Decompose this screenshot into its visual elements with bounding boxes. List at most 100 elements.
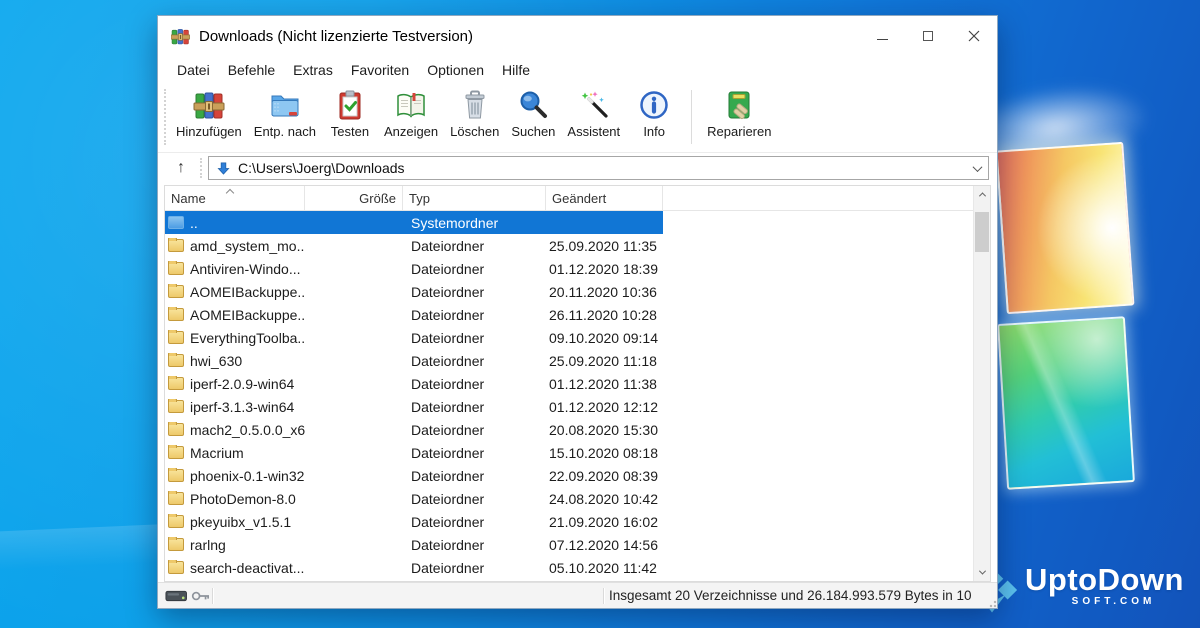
minimize-button[interactable] [859,16,905,56]
vertical-scrollbar[interactable] [973,186,990,581]
file-type: Dateiordner [403,376,546,392]
scroll-down-button[interactable] [974,564,990,581]
chevron-down-icon [978,568,985,575]
dropdown-chevron-icon[interactable] [973,162,983,172]
file-modified: 25.09.2020 11:18 [546,353,663,369]
title-bar: Downloads (Nicht lizenzierte Testversion… [158,16,997,56]
column-header-geaendert[interactable]: Geändert [546,186,663,210]
toolbar-button-info[interactable]: Info [626,87,682,140]
toolbar-button-label: Assistent [567,124,620,139]
menu-item-optionen[interactable]: Optionen [418,59,493,81]
table-row[interactable]: Macrium Dateiordner 15.10.2020 08:18 [165,441,973,464]
file-name: phoenix-0.1-win32 [190,468,304,484]
file-modified: 15.10.2020 08:18 [546,445,663,461]
address-bar: ↑ C:\Users\Joerg\Downloads [158,153,997,185]
toolbar-button-label: Testen [331,124,369,139]
column-header-groesse[interactable]: Größe [305,186,403,210]
folder-icon [168,377,184,390]
uptodown-watermark: UptoDown SOFT.COM [966,564,1184,616]
folder-icon [168,285,184,298]
table-row[interactable]: iperf-2.0.9-win64 Dateiordner 01.12.2020… [165,372,973,395]
status-totals: Insgesamt 20 Verzeichnisse und 26.184.99… [604,588,987,603]
toolbar-button-wizard[interactable]: Assistent [561,87,626,140]
file-name: EverythingToolba... [190,330,305,346]
file-type: Dateiordner [403,399,546,415]
table-row[interactable]: AOMEIBackuppe... Dateiordner 26.11.2020 … [165,303,973,326]
file-type: Dateiordner [403,560,546,576]
file-name: rarlng [190,537,226,553]
down-arrow-folder-icon [216,161,231,176]
address-combobox[interactable]: C:\Users\Joerg\Downloads [208,156,989,180]
file-type: Dateiordner [403,261,546,277]
toolbar-button-delete[interactable]: Löschen [444,87,505,140]
file-name: iperf-3.1.3-win64 [190,399,294,415]
toolbar-button-find[interactable]: Suchen [505,87,561,140]
table-row[interactable]: amd_system_mo... Dateiordner 25.09.2020 … [165,234,973,257]
menu-item-extras[interactable]: Extras [284,59,342,81]
table-row[interactable]: phoenix-0.1-win32 Dateiordner 22.09.2020… [165,464,973,487]
file-name: iperf-2.0.9-win64 [190,376,294,392]
watermark-brand: UptoDown [1025,564,1184,595]
toolbar: Hinzufügen Entp. nach [158,83,997,153]
menu-item-datei[interactable]: Datei [168,59,219,81]
menu-item-befehle[interactable]: Befehle [219,59,284,81]
table-row[interactable]: PhotoDemon-8.0 Dateiordner 24.08.2020 10… [165,487,973,510]
toolbar-button-repair[interactable]: Reparieren [701,87,777,140]
toolbar-button-add[interactable]: Hinzufügen [170,87,248,140]
archive-books-icon [192,88,226,122]
address-gripper[interactable] [200,158,202,178]
menu-item-favoriten[interactable]: Favoriten [342,59,418,81]
menu-item-hilfe[interactable]: Hilfe [493,59,539,81]
toolbar-button-label: Hinzufügen [176,124,242,139]
toolbar-button-label: Info [643,124,665,139]
file-name: AOMEIBackuppe... [190,307,305,323]
repair-book-icon [722,88,756,122]
file-modified: 07.12.2020 14:56 [546,537,663,553]
folder-icon [168,423,184,436]
file-modified: 26.11.2020 10:28 [546,307,663,323]
table-row[interactable]: mach2_0.5.0.0_x64 Dateiordner 20.08.2020… [165,418,973,441]
table-row[interactable]: rarlng Dateiordner 07.12.2020 14:56 [165,533,973,556]
file-type: Dateiordner [403,422,546,438]
column-header-name[interactable]: Name [165,186,305,210]
table-row[interactable]: Antiviren-Windo... Dateiordner 01.12.202… [165,257,973,280]
maximize-icon [923,31,933,41]
file-type: Dateiordner [403,330,546,346]
toolbar-button-view[interactable]: Anzeigen [378,87,444,140]
maximize-button[interactable] [905,16,951,56]
close-button[interactable] [951,16,997,56]
up-arrow-icon: ↑ [177,159,185,177]
file-list-panel: Name Größe Typ Geändert [164,185,991,582]
table-row[interactable]: pkeyuibx_v1.5.1 Dateiordner 21.09.2020 1… [165,510,973,533]
window-title: Downloads (Nicht lizenzierte Testversion… [199,28,859,45]
toolbar-button-test[interactable]: Testen [322,87,378,140]
scroll-up-button[interactable] [974,186,990,203]
table-row[interactable]: .. Systemordner [165,211,973,234]
file-name: search-deactivat... [190,560,304,576]
windows-logo-bottom-pane [997,316,1135,490]
file-name: AOMEIBackuppe... [190,284,305,300]
file-modified: 25.09.2020 11:35 [546,238,663,254]
scrollbar-thumb[interactable] [975,212,989,252]
file-name: hwi_630 [190,353,242,369]
table-row[interactable]: search-deactivat... Dateiordner 05.10.20… [165,556,973,579]
extract-folder-icon [268,88,302,122]
toolbar-button-label: Anzeigen [384,124,438,139]
file-type: Dateiordner [403,491,546,507]
up-directory-button[interactable]: ↑ [168,156,194,180]
scrollbar-track[interactable] [974,203,990,564]
table-row[interactable]: hwi_630 Dateiordner 25.09.2020 11:18 [165,349,973,372]
toolbar-button-extract[interactable]: Entp. nach [248,87,322,140]
file-type: Dateiordner [403,468,546,484]
file-name: .. [190,215,198,231]
minimize-icon [877,39,888,40]
folder-icon [168,331,184,344]
toolbar-button-label: Entp. nach [254,124,316,139]
table-row[interactable]: AOMEIBackuppe... Dateiordner 20.11.2020 … [165,280,973,303]
toolbar-gripper[interactable] [164,89,166,145]
folder-icon [168,400,184,413]
column-header-typ[interactable]: Typ [403,186,546,210]
resize-grip[interactable] [987,598,997,608]
table-row[interactable]: EverythingToolba... Dateiordner 09.10.20… [165,326,973,349]
table-row[interactable]: iperf-3.1.3-win64 Dateiordner 01.12.2020… [165,395,973,418]
